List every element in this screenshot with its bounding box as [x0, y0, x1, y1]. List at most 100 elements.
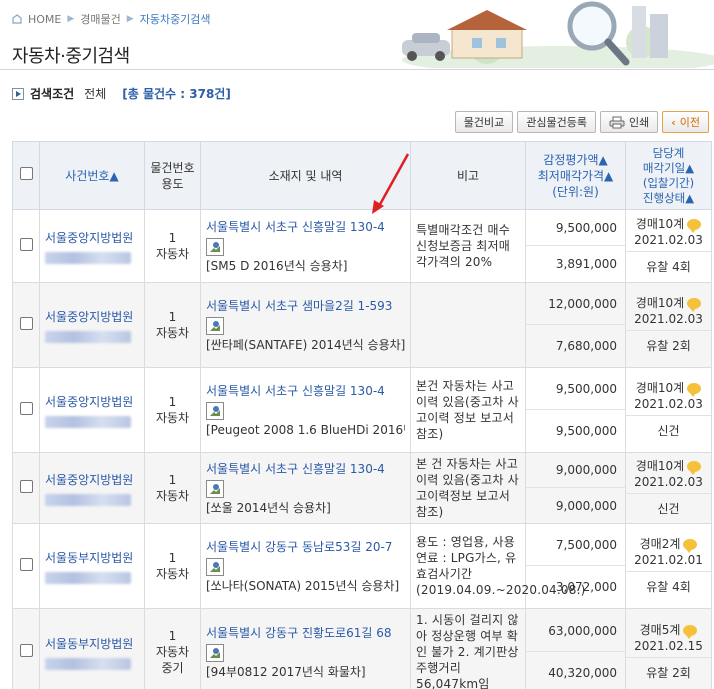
row-checkbox[interactable] — [19, 317, 33, 330]
sale-date: 2021.02.03 — [634, 396, 703, 411]
map-icon[interactable] — [206, 557, 224, 576]
appraisal-value: 9,000,000 — [526, 453, 625, 488]
remarks-cell: 특별매각조건 매수신청보증금 최저매각가격의 20% — [410, 209, 526, 283]
status-cell: 경매10계 2021.02.03 유찰 4회 — [625, 209, 712, 283]
court-name-link[interactable]: 서울중앙지방법원 — [40, 229, 144, 246]
address-link[interactable]: 서울특별시 서초구 신흥말길 130-4 — [206, 383, 405, 399]
map-icon[interactable] — [206, 237, 224, 256]
progress-state: 유찰 4회 — [646, 259, 691, 274]
item-use: 자동차 — [155, 567, 190, 581]
speech-bubble-icon[interactable] — [687, 218, 702, 233]
item-use-cell: 1 자동차 — [144, 209, 201, 283]
item-use: 자동차 — [155, 247, 190, 261]
header-location: 소재지 및 내역 — [200, 141, 411, 210]
breadcrumb-separator-icon: ▶ — [126, 14, 134, 24]
header-remarks: 비고 — [410, 141, 526, 210]
item-use: 자동차 중기 — [155, 645, 190, 675]
court-name-link[interactable]: 서울동부지방법원 — [40, 635, 144, 652]
row-select-cell — [12, 367, 40, 453]
location-cell: 서울특별시 서초구 신흥말길 130-4 [쏘울 2014년식 승용차] — [200, 452, 411, 524]
address-link[interactable]: 서울특별시 서초구 신흥말길 130-4 — [206, 461, 405, 477]
map-icon[interactable] — [206, 643, 224, 662]
progress-state: 신건 — [657, 501, 680, 516]
price-cell: 12,000,000 7,680,000 — [525, 282, 626, 368]
breadcrumb-current: 자동차중기검색 — [139, 13, 211, 26]
vehicle-description: [SM5 D 2016년식 승용차] — [206, 258, 348, 273]
breadcrumb-home[interactable]: HOME — [28, 13, 61, 26]
court-name-link[interactable]: 서울중앙지방법원 — [40, 393, 144, 410]
page-header: HOME ▶ 경매물건 ▶ 자동차중기검색 자동차·중기검색 — [0, 0, 714, 70]
row-checkbox[interactable] — [19, 238, 33, 251]
appraisal-value: 7,500,000 — [526, 524, 625, 566]
case-number-redacted — [45, 657, 131, 670]
progress-state: 유찰 4회 — [646, 579, 691, 594]
address-link[interactable]: 서울특별시 서초구 신흥말길 130-4 — [206, 219, 405, 235]
court-name-link[interactable]: 서울중앙지방법원 — [40, 471, 144, 488]
remarks-cell: 본 건 자동차는 사고이력 있음(중고차 사고이력정보 보고서 참조) — [410, 452, 526, 524]
status-cell: 경매5계 2021.02.15 유찰 2회 — [625, 608, 712, 689]
vehicle-description: [94부0812 2017년식 화물차] — [206, 664, 366, 679]
appraisal-value: 9,500,000 — [526, 210, 625, 246]
header-illustration-icon — [392, 0, 714, 68]
address-link[interactable]: 서울특별시 서초구 샘마을2길 1-593 — [206, 298, 405, 314]
total-count: [총 물건수 : 378건] — [122, 87, 231, 101]
row-checkbox[interactable] — [19, 558, 33, 571]
table-row[interactable]: 서울동부지방법원 1 자동차 서울특별시 강동구 동남로53길 20-7 [쏘나타(SO… — [12, 523, 712, 609]
speech-bubble-icon[interactable] — [687, 460, 702, 475]
header-divider — [0, 69, 714, 70]
speech-bubble-icon[interactable] — [683, 624, 698, 639]
table-header-row: 사건번호▲ 물건번호 용도 소재지 및 내역 비고 감정평가액▲ 최저매각가격▲… — [12, 141, 712, 210]
location-cell: 서울특별시 강동구 동남로53길 20-7 [쏘나타(SONATA) 2015년식… — [200, 523, 411, 609]
price-cell: 9,000,000 9,000,000 — [525, 452, 626, 524]
select-all-checkbox[interactable] — [19, 167, 33, 180]
table-row[interactable]: 서울중앙지방법원 1 자동차 서울특별시 서초구 신흥말길 130-4 [Peugeot… — [12, 367, 712, 453]
compare-button[interactable]: 물건비교 — [454, 111, 514, 133]
arrow-box-icon — [12, 87, 24, 100]
address-link[interactable]: 서울특별시 강동구 진황도로61길 68 — [206, 625, 405, 641]
item-use-cell: 1 자동차 — [144, 452, 201, 524]
row-checkbox[interactable] — [19, 402, 33, 415]
header-price[interactable]: 감정평가액▲ 최저매각가격▲ (단위:원) — [525, 141, 626, 210]
map-icon[interactable] — [206, 401, 224, 420]
prev-button[interactable]: ‹ 이전 — [662, 111, 709, 133]
sale-date: 2021.02.01 — [634, 552, 703, 567]
search-condition-label: 검색조건 — [30, 87, 75, 101]
row-select-cell — [12, 282, 40, 368]
watch-register-button[interactable]: 관심물건등록 — [517, 111, 596, 133]
court-name-link[interactable]: 서울중앙지방법원 — [40, 308, 144, 325]
item-number: 1 — [168, 395, 177, 409]
row-select-cell — [12, 523, 40, 609]
print-label: 인쇄 — [628, 116, 650, 129]
item-use-cell: 1 자동차 — [144, 367, 201, 453]
header-case-number[interactable]: 사건번호▲ — [39, 141, 145, 210]
watch-label: 관심물건등록 — [526, 116, 587, 129]
select-all-header — [12, 141, 40, 210]
print-button[interactable]: 인쇄 — [599, 111, 659, 133]
table-row[interactable]: 서울동부지방법원 1 자동차 중기 서울특별시 강동구 진황도로61길 68 [94부0… — [12, 608, 712, 689]
appraisal-value: 12,000,000 — [526, 283, 625, 325]
remarks-cell — [410, 282, 526, 368]
speech-bubble-icon[interactable] — [687, 382, 702, 397]
page-title: 자동차·중기검색 — [12, 46, 130, 67]
item-number: 1 — [168, 231, 177, 245]
minimum-price: 9,500,000 — [555, 424, 617, 438]
table-row[interactable]: 서울중앙지방법원 1 자동차 서울특별시 서초구 신흥말길 130-4 [SM5 D 2… — [12, 209, 712, 283]
location-cell: 서울특별시 서초구 샘마을2길 1-593 [싼타페(SANTAFE) 2014년… — [200, 282, 411, 368]
table-row[interactable]: 서울중앙지방법원 1 자동차 서울특별시 서초구 신흥말길 130-4 [쏘울 2014… — [12, 452, 712, 524]
header-status[interactable]: 담당계 매각기일▲ (입찰기간) 진행상태▲ — [625, 141, 712, 210]
breadcrumb-auction[interactable]: 경매물건 — [80, 11, 120, 27]
row-select-cell — [12, 608, 40, 689]
speech-bubble-icon[interactable] — [683, 538, 698, 553]
map-icon[interactable] — [206, 316, 224, 335]
sale-date: 2021.02.03 — [634, 474, 703, 489]
row-checkbox[interactable] — [19, 644, 33, 657]
case-number-redacted — [45, 330, 131, 343]
speech-bubble-icon[interactable] — [687, 297, 702, 312]
case-cell: 서울동부지방법원 — [39, 523, 145, 609]
minimum-price: 9,000,000 — [555, 498, 617, 513]
address-link[interactable]: 서울특별시 강동구 동남로53길 20-7 — [206, 539, 405, 555]
row-checkbox[interactable] — [19, 480, 33, 493]
table-row[interactable]: 서울중앙지방법원 1 자동차 서울특별시 서초구 샘마을2길 1-593 [싼타페(SA… — [12, 282, 712, 368]
court-name-link[interactable]: 서울동부지방법원 — [40, 549, 144, 566]
map-icon[interactable] — [206, 479, 224, 498]
